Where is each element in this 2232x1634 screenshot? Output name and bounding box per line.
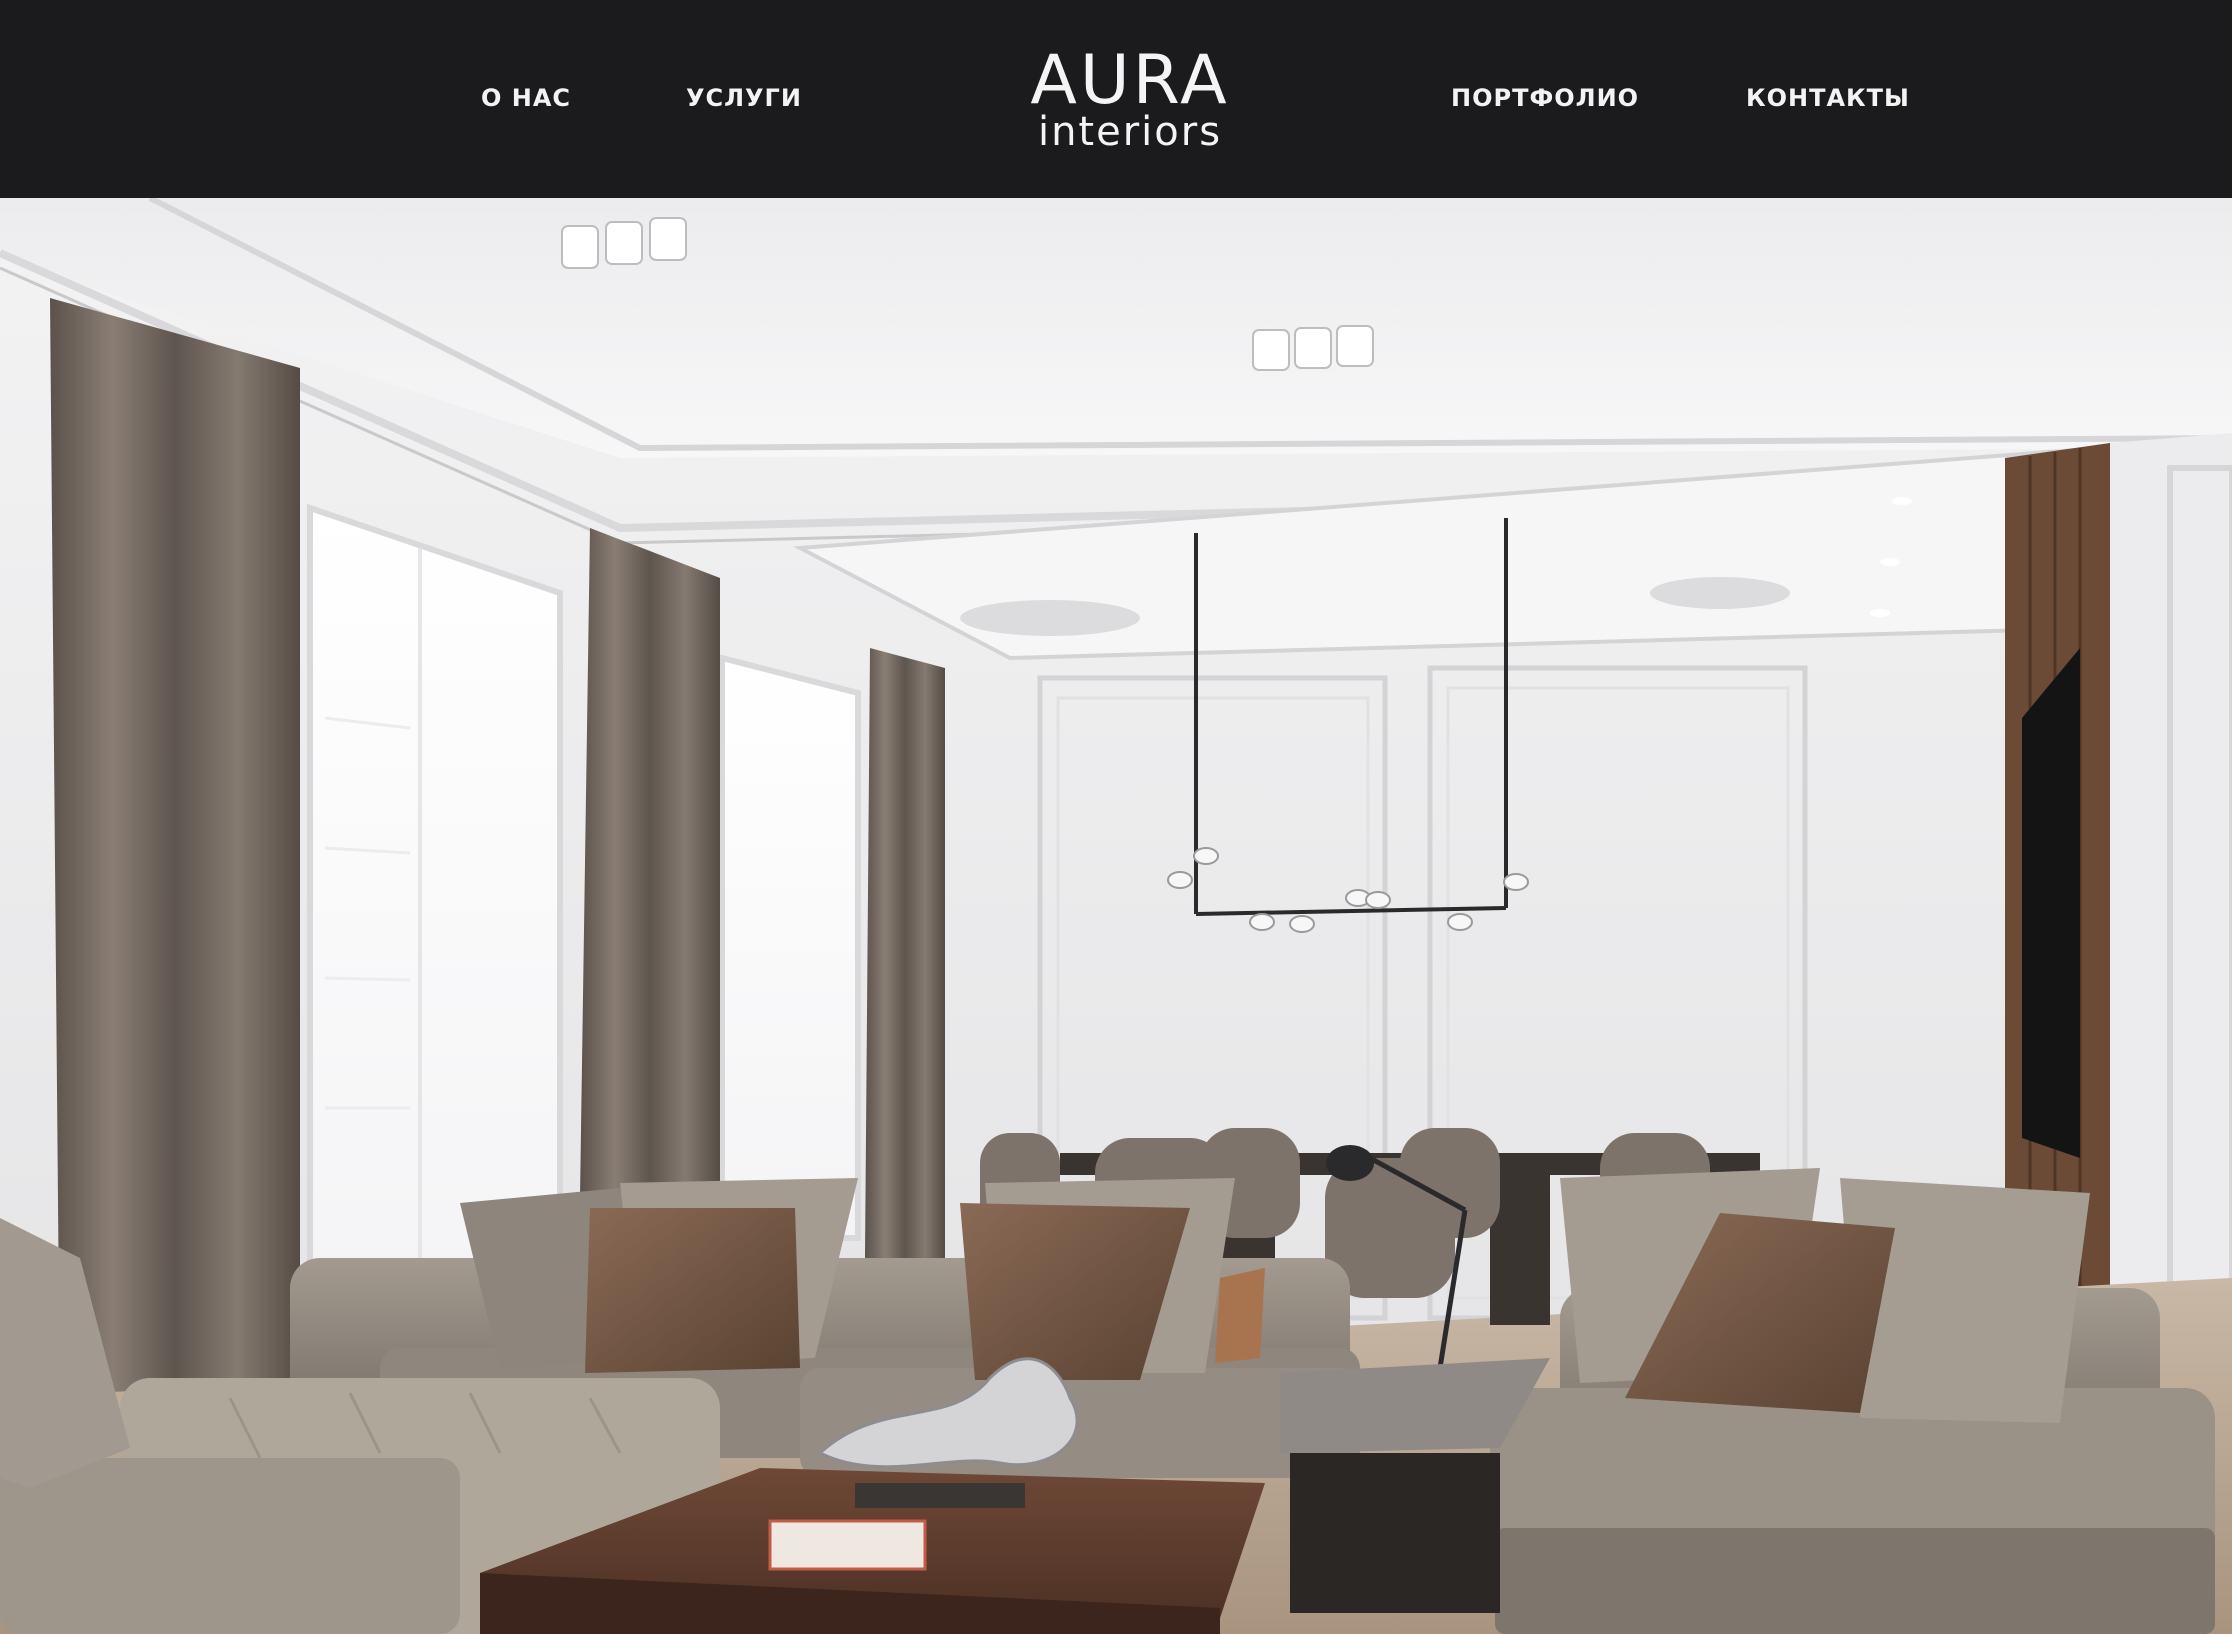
magazine (768, 1519, 927, 1571)
window-left (307, 503, 563, 1301)
curtain-left (50, 298, 300, 1428)
hero-image (0, 198, 2232, 1634)
window-right (719, 654, 861, 1241)
site-header: О НАС УСЛУГИ AURA interiors ПОРТФОЛИО КО… (0, 0, 2232, 198)
nav-link-portfolio[interactable]: ПОРТФОЛИО (1451, 84, 1639, 112)
curtain-middle (580, 528, 720, 1198)
nav-link-services[interactable]: УСЛУГИ (686, 84, 802, 112)
logo-subtitle: interiors (1037, 109, 1223, 155)
tv-screen (2022, 648, 2080, 1158)
nav-link-contacts[interactable]: КОНТАКТЫ (1746, 84, 1910, 112)
logo-wordmark: AURA (1030, 41, 1230, 120)
living-room-illustration (0, 198, 2232, 1634)
nav-link-about[interactable]: О НАС (481, 84, 571, 112)
curtain-right (865, 648, 945, 1258)
brand-logo[interactable]: AURA interiors (1010, 46, 1250, 156)
